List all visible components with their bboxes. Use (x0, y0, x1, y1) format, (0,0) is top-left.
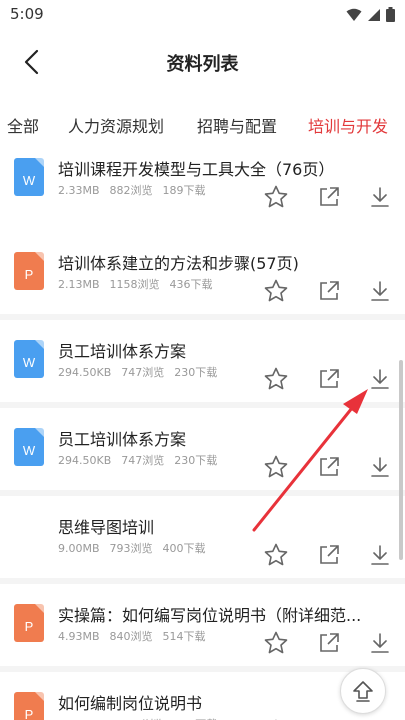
tab-all[interactable]: 全部 (7, 113, 39, 137)
item-actions (0, 542, 405, 568)
category-tabs: 全部 人力资源规划 招聘与配置 培训与开发 (0, 96, 405, 152)
star-icon (264, 455, 288, 478)
favorite-button[interactable] (263, 454, 289, 480)
ppt-file-icon: P (14, 692, 44, 720)
item-title: 如何编制岗位说明书 (58, 694, 203, 713)
list-item[interactable]: 思维导图培训 9.00MB 793浏览 400下载 (0, 496, 405, 578)
share-external-icon (320, 545, 339, 564)
star-icon (264, 279, 288, 302)
status-icons (346, 7, 395, 22)
scrollbar[interactable] (399, 360, 403, 560)
list-item[interactable]: W 培训课程开发模型与工具大全（76页） 2.33MB 882浏览 189下载 (0, 152, 405, 234)
signal-icon (368, 8, 380, 21)
arrow-up-icon (353, 681, 373, 702)
favorite-button[interactable] (263, 542, 289, 568)
star-icon (264, 185, 288, 208)
back-to-top-button[interactable] (340, 668, 386, 714)
tab-training[interactable]: 培训与开发 (308, 113, 388, 137)
item-title: 培训体系建立的方法和步骤(57页) (58, 254, 299, 273)
share-external-icon (320, 281, 339, 300)
download-button[interactable] (367, 630, 393, 656)
item-actions (0, 366, 405, 392)
list-item[interactable]: W 员工培训体系方案 294.50KB 747浏览 230下载 (0, 408, 405, 490)
download-icon (371, 457, 389, 477)
star-icon (264, 367, 288, 390)
wifi-icon (346, 8, 362, 21)
share-external-icon (320, 457, 339, 476)
status-bar: 5:09 (0, 0, 405, 30)
list-item[interactable]: P 培训体系建立的方法和步骤(57页) 2.13MB 1158浏览 436下载 (0, 232, 405, 314)
item-title: 员工培训体系方案 (58, 430, 187, 449)
list-item[interactable]: W 员工培训体系方案 294.50KB 747浏览 230下载 (0, 320, 405, 402)
share-external-icon (320, 369, 339, 388)
share-button[interactable] (316, 278, 342, 304)
battery-icon (386, 7, 395, 22)
download-button[interactable] (367, 278, 393, 304)
tab-hr-planning[interactable]: 人力资源规划 (68, 113, 164, 137)
download-icon (371, 369, 389, 389)
share-button[interactable] (316, 366, 342, 392)
favorite-button[interactable] (263, 630, 289, 656)
item-actions (0, 184, 405, 210)
download-icon (371, 545, 389, 565)
tab-recruitment[interactable]: 招聘与配置 (197, 113, 277, 137)
item-title: 思维导图培训 (58, 518, 155, 537)
item-actions (0, 454, 405, 480)
star-icon (264, 631, 288, 654)
favorite-button[interactable] (263, 366, 289, 392)
share-button[interactable] (316, 454, 342, 480)
download-icon (371, 187, 389, 207)
status-time: 5:09 (10, 5, 44, 23)
header: 资料列表 (0, 30, 405, 94)
share-external-icon (320, 187, 339, 206)
download-button[interactable] (367, 184, 393, 210)
page-title: 资料列表 (166, 54, 239, 75)
download-button[interactable] (367, 454, 393, 480)
item-actions (0, 630, 405, 656)
download-icon (371, 281, 389, 301)
download-button[interactable] (367, 542, 393, 568)
item-actions (0, 278, 405, 304)
share-button[interactable] (316, 630, 342, 656)
item-title: 实操篇：如何编写岗位说明书（附详细范... (58, 606, 362, 625)
download-button[interactable] (367, 366, 393, 392)
list-item[interactable]: P 实操篇：如何编写岗位说明书（附详细范... 4.93MB 840浏览 514下载 (0, 584, 405, 666)
item-title: 员工培训体系方案 (58, 342, 187, 361)
favorite-button[interactable] (263, 278, 289, 304)
favorite-button[interactable] (263, 184, 289, 210)
share-external-icon (320, 633, 339, 652)
share-button[interactable] (316, 542, 342, 568)
document-list: W 培训课程开发模型与工具大全（76页） 2.33MB 882浏览 189下载 P 培训体系… (0, 152, 405, 720)
share-button[interactable] (316, 184, 342, 210)
download-icon (371, 633, 389, 653)
star-icon (264, 543, 288, 566)
item-title: 培训课程开发模型与工具大全（76页） (58, 160, 335, 179)
